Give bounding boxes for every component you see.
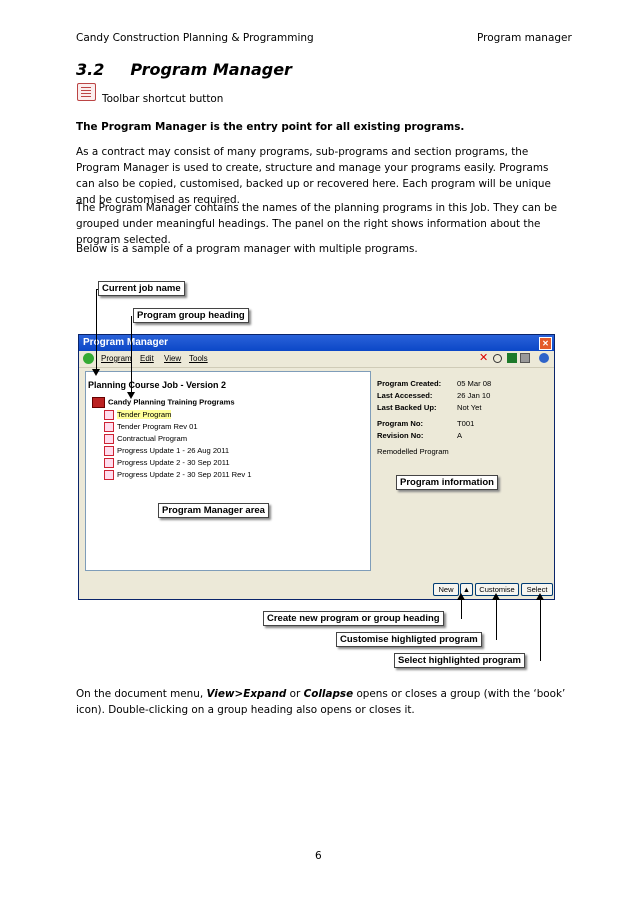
paragraph-1: As a contract may consist of many progra… [76, 146, 551, 206]
page-number: 6 [315, 850, 322, 862]
section-title: Program Manager [130, 60, 292, 79]
find-icon[interactable] [493, 354, 502, 363]
info-no-value: T001 [457, 419, 475, 428]
menu-edit[interactable]: Edit [140, 354, 154, 363]
paragraph-3: Below is a sample of a program manager w… [76, 243, 418, 255]
delete-icon[interactable]: ✕ [479, 353, 489, 364]
pointer-line [96, 289, 97, 369]
info-no-label: Program No: [377, 419, 423, 428]
program-item[interactable]: Tender Program Rev 01 [104, 422, 198, 432]
info-accessed-label: Last Accessed: [377, 391, 433, 400]
info-rev-value: A [457, 431, 463, 440]
print-icon[interactable] [520, 353, 530, 363]
program-manager-window: Program Manager ✕ Program Edit View Tool… [78, 334, 555, 600]
info-note: Remodelled Program [377, 447, 449, 456]
help-icon[interactable] [539, 353, 549, 363]
job-name: Planning Course Job - Version 2 [88, 380, 227, 390]
view-expand-term: View>Expand [206, 688, 287, 700]
program-icon [104, 446, 114, 456]
running-header-left: Candy Construction Planning & Programmin… [76, 32, 314, 44]
collapse-term: Collapse [303, 688, 354, 700]
info-created-label: Program Created: [377, 379, 442, 388]
group-heading[interactable]: Candy Planning Training Programs [92, 397, 235, 408]
pointer-line [131, 316, 132, 392]
back-icon[interactable] [83, 353, 94, 364]
info-created-value: 05 Mar 08 [457, 379, 492, 388]
excel-icon[interactable] [507, 353, 517, 363]
pointer-arrow [92, 369, 100, 376]
book-icon [92, 397, 105, 408]
callout-program-manager-area: Program Manager area [158, 503, 269, 518]
window-titlebar: Program Manager ✕ [79, 335, 554, 351]
program-icon [104, 410, 114, 420]
program-icon [104, 422, 114, 432]
pointer-arrow [457, 593, 465, 600]
callout-program-group-heading: Program group heading [133, 308, 249, 323]
info-backed-value: Not Yet [457, 403, 482, 412]
toolbar-note: Toolbar shortcut button [102, 93, 224, 105]
lead-paragraph: The Program Manager is the entry point f… [76, 121, 465, 133]
info-backed-label: Last Backed Up: [377, 403, 437, 412]
callout-create-new: Create new program or group heading [263, 611, 444, 626]
program-manager-toolbar-icon [77, 83, 96, 101]
callout-customise: Customise highligted program [336, 632, 482, 647]
info-rev-label: Revision No: [377, 431, 424, 440]
pointer-line [540, 600, 541, 661]
close-icon[interactable]: ✕ [539, 337, 552, 350]
footer-paragraph: On the document menu, View>Expand or Col… [76, 688, 566, 716]
section-number: 3.2 [76, 60, 105, 79]
callout-current-job-name: Current job name [98, 281, 185, 296]
pointer-line [461, 600, 462, 619]
program-icon [104, 458, 114, 468]
program-item[interactable]: Tender Program [104, 410, 172, 420]
program-item[interactable]: Progress Update 2 - 30 Sep 2011 Rev 1 [104, 470, 252, 480]
pointer-arrow [536, 593, 544, 600]
pointer-arrow [127, 392, 135, 399]
program-icon [104, 470, 114, 480]
running-header-right: Program manager [477, 32, 572, 44]
menu-program[interactable]: Program [101, 354, 132, 363]
menu-tools[interactable]: Tools [189, 354, 208, 363]
program-icon [104, 434, 114, 444]
pointer-arrow [492, 593, 500, 600]
program-item[interactable]: Progress Update 1 - 26 Aug 2011 [104, 446, 229, 456]
new-button[interactable]: New [433, 583, 459, 596]
section-heading: 3.2 Program Manager [76, 60, 292, 79]
program-tree-panel: Planning Course Job - Version 2 Candy Pl… [85, 371, 371, 571]
callout-program-information: Program information [396, 475, 498, 490]
program-item[interactable]: Contractual Program [104, 434, 187, 444]
menu-view[interactable]: View [164, 354, 181, 363]
program-item[interactable]: Progress Update 2 - 30 Sep 2011 [104, 458, 230, 468]
info-accessed-value: 26 Jan 10 [457, 391, 491, 400]
callout-select: Select highlighted program [394, 653, 525, 668]
pointer-line [496, 600, 497, 640]
menu-bar: Program Edit View Tools ✕ [79, 351, 554, 368]
